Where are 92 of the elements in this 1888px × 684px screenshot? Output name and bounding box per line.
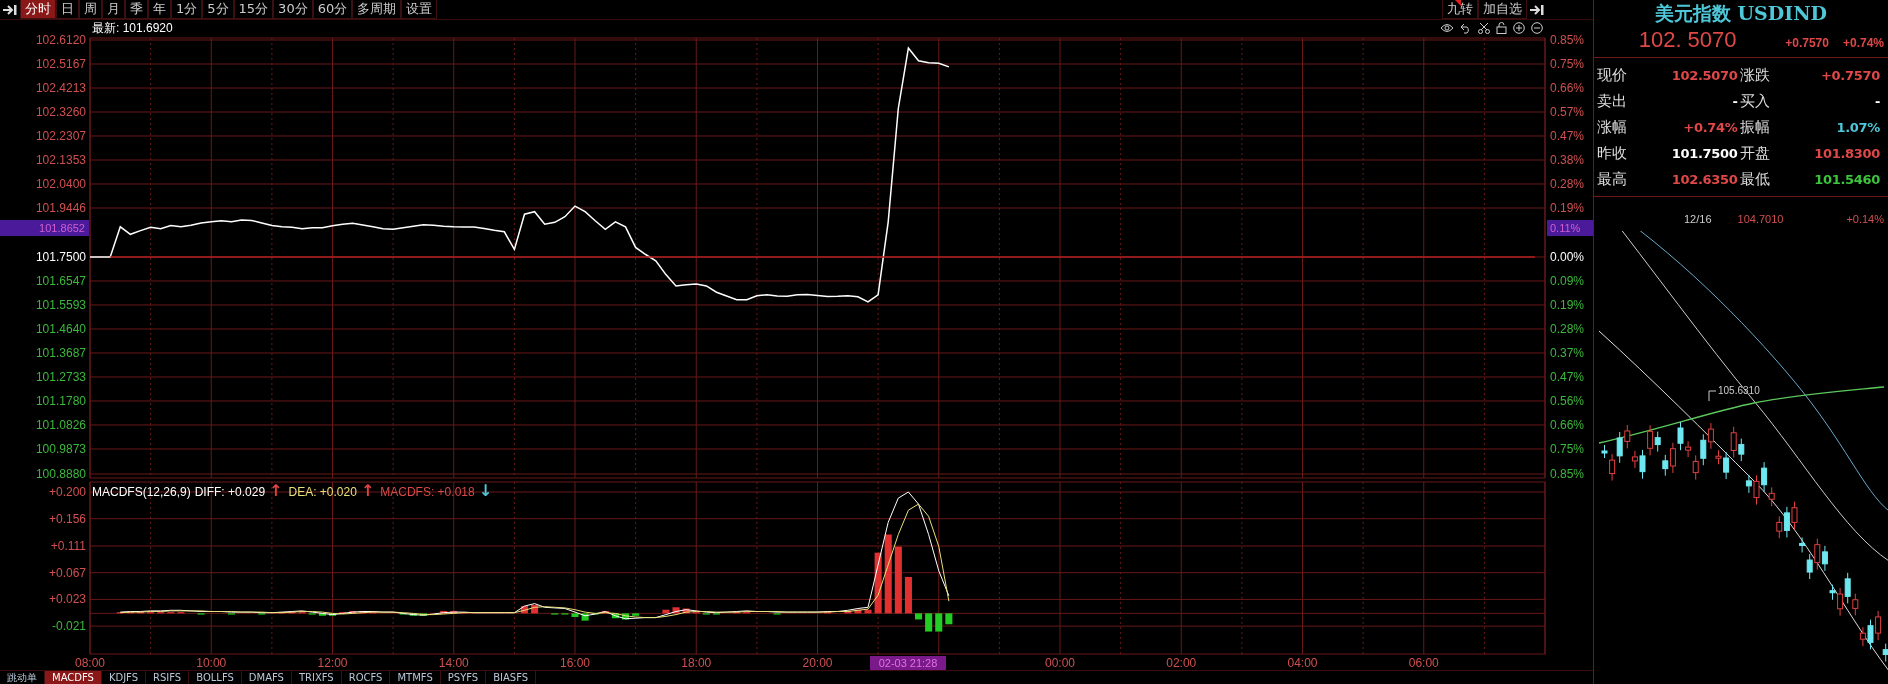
time-axis-label: 08:00: [75, 656, 105, 670]
time-axis-label: 12:00: [317, 656, 348, 670]
price-axis-label: 101.3687: [35, 345, 86, 360]
percent-axis-label: 0.47%: [1550, 370, 1585, 384]
percent-axis-label: 0.19%: [1550, 201, 1585, 215]
bar-date: 12/16: [1684, 213, 1712, 225]
price-axis-label: 100.9873: [35, 442, 86, 456]
last-price: 102. 5070: [1637, 27, 1738, 53]
percent-axis-label: 0.66%: [1550, 418, 1585, 432]
field-value: 101.5460: [1813, 171, 1881, 187]
field-label: 涨跌: [1739, 65, 1771, 86]
price-axis-label: 101.4640: [35, 322, 86, 336]
percent-axis-label: 0.75%: [1550, 57, 1585, 71]
percent-axis-label: 0.37%: [1550, 345, 1585, 360]
cursor-time-label: 02-03 21:28: [870, 656, 946, 670]
field-value: 1.07%: [1835, 119, 1881, 135]
trend-arrow: ↑: [360, 484, 375, 498]
percent-axis-label: 0.66%: [1550, 81, 1585, 95]
macd-axis-label: +0.200: [48, 485, 86, 499]
time-axis-label: 04:00: [1287, 656, 1318, 670]
field-label: 现价: [1597, 65, 1628, 86]
price-axis-label: 101.2733: [35, 370, 86, 384]
field-value: +0.7570: [1820, 67, 1881, 83]
macd-axis-label: +0.023: [48, 592, 86, 607]
percent-axis-label: 0.28%: [1550, 322, 1585, 336]
time-axis-label: 10:00: [196, 656, 227, 670]
price-axis-label: 101.6547: [35, 274, 86, 288]
percent-axis-label: 0.56%: [1550, 393, 1585, 408]
field-value: -: [1873, 93, 1881, 109]
trend-arrow: ↓: [478, 484, 493, 498]
legend-value: MACDFS: +0.018: [380, 485, 475, 499]
field-value: -: [1731, 93, 1739, 109]
time-axis-label: 00:00: [1045, 656, 1075, 670]
time-axis-label: 06:00: [1408, 656, 1439, 670]
percent-axis-label: 0.85%: [1550, 33, 1585, 47]
percent-axis-label: 0.57%: [1550, 105, 1585, 119]
time-axis-label: 20:00: [802, 656, 833, 670]
price-axis-label: 101.9446: [35, 201, 86, 215]
price-axis-label: 100.8880: [35, 466, 86, 480]
field-label: 卖出: [1597, 91, 1628, 112]
percent-axis-label: 0.00%: [1550, 250, 1585, 264]
field-label: 最低: [1739, 169, 1771, 190]
trend-arrow: ↑: [269, 484, 283, 498]
instrument-title: 美元指数 USDIND: [1653, 1, 1829, 25]
price-axis-label: 102.5167: [35, 57, 86, 71]
field-label: 昨收: [1597, 143, 1628, 164]
percent-axis-label: 0.38%: [1550, 153, 1585, 167]
price-axis-label: 101.1780: [35, 393, 86, 408]
macd-axis-label: +0.111: [50, 539, 86, 553]
macd-axis-label: +0.067: [48, 565, 86, 580]
price-change: +0.7570: [1785, 36, 1829, 50]
time-axis-label: 18:00: [681, 656, 712, 670]
price-axis-label: 101.0826: [35, 418, 86, 432]
cursor-value-label: 101.8652: [0, 220, 89, 236]
time-axis-label: 14:00: [438, 656, 469, 670]
field-label: 涨幅: [1597, 117, 1628, 138]
field-value: 102.5070: [1670, 67, 1739, 83]
field-label: 开盘: [1739, 143, 1771, 164]
price-axis-label: 102.0400: [35, 177, 86, 191]
time-axis-label: 16:00: [560, 656, 590, 670]
field-value: 101.8300: [1813, 145, 1881, 161]
price-axis-label: 102.1353: [35, 153, 86, 167]
price-axis-label: 102.2307: [35, 129, 86, 143]
macd-axis-label: +0.156: [48, 511, 86, 526]
bar-change: +0.14%: [1846, 213, 1884, 225]
field-value: +0.74%: [1682, 119, 1739, 135]
macd-axis-label: -0.021: [51, 619, 86, 634]
percent-axis-label: 0.09%: [1550, 274, 1585, 288]
percent-axis-label: 0.75%: [1550, 442, 1585, 456]
price-axis-label: 102.3260: [35, 105, 86, 119]
price-axis-label: 101.5593: [35, 298, 86, 312]
legend-value: DEA: +0.020: [288, 485, 357, 499]
bar-price: 104.7010: [1737, 213, 1784, 225]
latest-price: 最新: 101.6920: [92, 21, 173, 36]
percent-change: +0.74%: [1842, 36, 1884, 50]
field-value: 102.6350: [1670, 171, 1739, 187]
price-axis-label: 102.6120: [35, 33, 86, 47]
percent-axis-label: 0.28%: [1550, 177, 1585, 191]
price-axis-label: 102.4213: [35, 81, 86, 95]
field-label: 最高: [1597, 169, 1628, 190]
time-axis-label: 02:00: [1166, 656, 1197, 670]
field-label: 买入: [1739, 91, 1771, 112]
percent-axis-label: 0.47%: [1550, 129, 1585, 143]
indicator-title: MACDFS(12,26,9): [92, 485, 191, 499]
percent-axis-label: 0.85%: [1550, 466, 1585, 480]
peak-price-label: 105.6310: [1718, 385, 1760, 396]
field-label: 振幅: [1739, 117, 1771, 138]
percent-axis-label: 0.19%: [1550, 298, 1585, 312]
field-value: 101.7500: [1670, 145, 1739, 161]
price-axis-label: 101.7500: [35, 250, 86, 264]
cursor-value-label: 0.11%: [1547, 220, 1593, 236]
legend-value: DIFF: +0.029: [194, 485, 266, 499]
